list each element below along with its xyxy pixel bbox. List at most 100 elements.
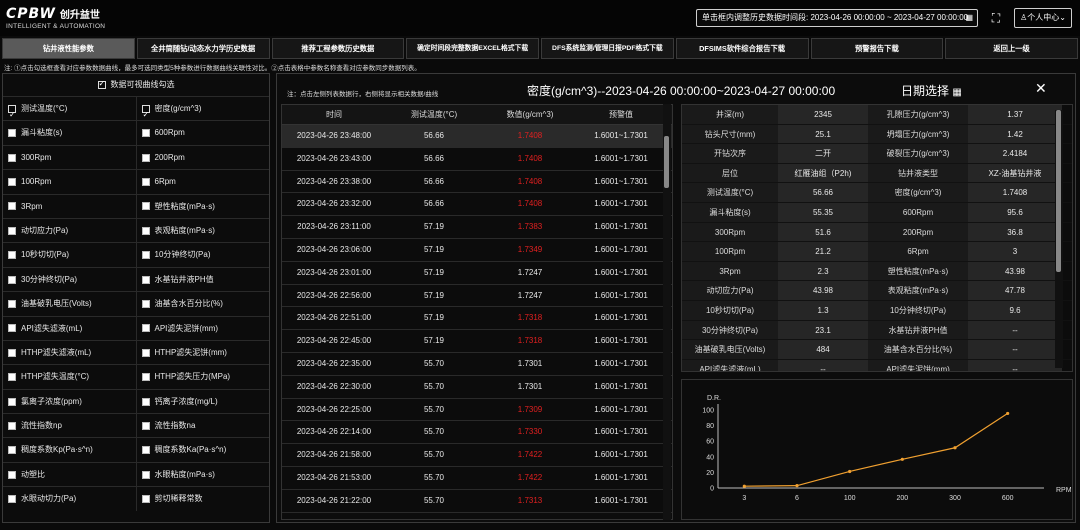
property-name[interactable]: 漏斗粘度(s) <box>682 202 778 222</box>
param-checkbox[interactable] <box>8 495 16 504</box>
table-row[interactable]: 2023-04-26 21:58:00 55.70 1.7422 1.6001~1.7… <box>282 444 672 467</box>
param-checkbox[interactable] <box>141 348 150 357</box>
property-name[interactable]: 开钻次序 <box>682 144 778 163</box>
table-row[interactable]: 2023-04-26 23:48:00 56.66 1.7408 1.6001~1.7… <box>282 125 672 148</box>
param-option[interactable]: HTHP滤失温度(°C) <box>3 365 136 388</box>
param-checkbox[interactable] <box>141 226 150 235</box>
param-option[interactable]: 300Rpm <box>3 146 136 169</box>
param-checkbox[interactable] <box>141 421 150 430</box>
param-option[interactable]: 油基含水百分比(%) <box>135 292 270 316</box>
param-checkbox[interactable] <box>141 300 150 309</box>
param-option[interactable]: 稠度系数Kp(Pa·s^n) <box>3 438 136 461</box>
param-option[interactable]: 稠度系数Ka(Pa·s^n) <box>135 438 270 462</box>
param-checkbox[interactable] <box>141 103 150 120</box>
table-row[interactable]: 2023-04-26 22:45:00 57.19 1.7318 1.6001~1.7… <box>282 330 672 353</box>
param-option[interactable]: 塑性粘度(mPa·s) <box>135 194 270 218</box>
param-option[interactable]: 剪切稀释常数 <box>135 487 270 511</box>
table-row[interactable]: 2023-04-26 21:17:0055.701.73131.6001~1.7… <box>282 513 672 520</box>
property-name[interactable]: 表观粘度(mPa·s) <box>868 281 968 300</box>
param-option[interactable]: 测试温度(°C) <box>3 97 136 120</box>
param-option[interactable]: 水眼粘度(mPa·s) <box>135 462 270 487</box>
select-all-checkbox[interactable] <box>97 79 106 89</box>
date-range-picker[interactable]: 单击框内调整历史数据时间段: 2023-04-26 00:00:00 ~ 202… <box>696 9 978 27</box>
param-checkbox[interactable] <box>141 202 150 211</box>
property-name[interactable]: 油基破乳电压(Volts) <box>682 340 778 359</box>
param-checkbox[interactable] <box>141 153 150 162</box>
nav-button-3[interactable]: 确定时间段完整数据EXCEL格式下载 <box>406 38 539 59</box>
property-name[interactable]: 600Rpm <box>868 202 968 222</box>
property-name[interactable]: 10分钟终切(Pa) <box>868 300 968 320</box>
table-scrollbar-thumb[interactable] <box>664 136 669 188</box>
close-icon[interactable]: ✕ <box>1035 80 1047 97</box>
param-checkbox[interactable] <box>8 226 16 235</box>
nav-button-5[interactable]: DFSIMS软件综合报告下载 <box>675 38 809 59</box>
param-checkbox[interactable] <box>8 103 16 120</box>
param-checkbox[interactable] <box>8 348 16 357</box>
nav-button-0[interactable]: 钻井液性能参数 <box>2 38 135 59</box>
nav-button-2[interactable]: 推荐工程参数历史数据 <box>271 38 405 59</box>
property-name[interactable]: API滤失泥饼(mm) <box>868 359 968 371</box>
property-name[interactable]: 密度(g/cm^3) <box>868 183 968 202</box>
param-checkbox[interactable] <box>8 324 16 333</box>
nav-button-4[interactable]: DFS系统监测/管理日报PDF格式下载 <box>541 38 674 59</box>
param-checkbox[interactable] <box>141 275 150 284</box>
param-option[interactable]: 密度(g/cm^3) <box>135 97 270 121</box>
param-checkbox[interactable] <box>141 324 150 333</box>
user-menu-button[interactable]: ♙个人中心⌄ <box>1014 8 1072 28</box>
table-row[interactable]: 2023-04-26 22:25:00 55.70 1.7309 1.6001~1.7… <box>282 399 672 422</box>
property-name[interactable]: 油基含水百分比(%) <box>868 340 968 359</box>
param-option[interactable]: API滤失滤液(mL) <box>3 317 136 340</box>
param-checkbox[interactable] <box>8 202 16 211</box>
param-checkbox[interactable] <box>141 129 150 138</box>
param-option[interactable]: 钙离子浓度(mg/L) <box>135 389 270 414</box>
param-checkbox[interactable] <box>8 470 16 479</box>
table-row[interactable]: 2023-04-26 22:51:00 57.19 1.7318 1.6001~1.7… <box>282 307 672 331</box>
param-checkbox[interactable] <box>8 251 16 260</box>
date-select-button[interactable]: 日期选择 ▦ <box>901 82 962 99</box>
param-checkbox[interactable] <box>8 446 16 455</box>
property-name[interactable]: 水基钻井液PH值 <box>868 320 968 340</box>
param-option[interactable]: 100Rpm <box>3 170 136 193</box>
property-name[interactable]: 井深(m) <box>682 105 778 124</box>
param-checkbox[interactable] <box>8 300 16 309</box>
table-row[interactable]: 2023-04-26 23:43:00 56.66 1.7408 1.6001~1.7… <box>282 148 672 171</box>
property-scrollbar-thumb[interactable] <box>1056 110 1061 272</box>
param-option[interactable]: 水眼动切力(Pa) <box>3 487 136 510</box>
param-checkbox[interactable] <box>141 373 150 382</box>
property-name[interactable]: 6Rpm <box>868 242 968 261</box>
table-row[interactable]: 2023-04-26 23:32:00 56.66 1.7408 1.6001~1.7… <box>282 193 672 217</box>
table-row[interactable]: 2023-04-26 21:22:00 55.70 1.7313 1.6001~1.7… <box>282 490 672 513</box>
param-checkbox[interactable] <box>8 275 16 284</box>
property-name[interactable]: 300Rpm <box>682 222 778 242</box>
param-option[interactable]: 10秒切切(Pa) <box>3 243 136 266</box>
table-row[interactable]: 2023-04-26 22:35:00 55.70 1.7301 1.6001~1.7… <box>282 353 672 376</box>
param-checkbox[interactable] <box>8 397 16 406</box>
param-option[interactable]: 6Rpm <box>135 170 270 194</box>
property-name[interactable]: 坍塌压力(g/cm^3) <box>868 124 968 144</box>
table-row[interactable]: 2023-04-26 23:06:00 57.19 1.7349 1.6001~1.7… <box>282 239 672 262</box>
param-option[interactable]: HTHP滤失滤液(mL) <box>3 341 136 364</box>
param-checkbox[interactable] <box>8 373 16 382</box>
param-checkbox[interactable] <box>8 129 16 138</box>
property-name[interactable]: 层位 <box>682 163 778 183</box>
table-row[interactable]: 2023-04-26 22:56:00 57.19 1.7247 1.6001~1.7… <box>282 285 672 308</box>
property-name[interactable]: 钻井液类型 <box>868 163 968 183</box>
table-row[interactable]: 2023-04-26 23:11:00 57.19 1.7383 1.6001~1.7… <box>282 216 672 239</box>
param-checkbox[interactable] <box>8 178 16 187</box>
fullscreen-icon[interactable]: ⛶ <box>988 10 1004 26</box>
property-name[interactable]: 孔隙压力(g/cm^3) <box>868 105 968 124</box>
param-checkbox[interactable] <box>141 397 150 406</box>
table-row[interactable]: 2023-04-26 22:14:00 55.70 1.7330 1.6001~1.7… <box>282 421 672 445</box>
param-checkbox[interactable] <box>141 251 150 260</box>
table-row[interactable]: 2023-04-26 22:30:00 55.70 1.7301 1.6001~1.7… <box>282 376 672 399</box>
nav-button-1[interactable]: 全井筒随钻/动态水力学历史数据 <box>136 38 270 59</box>
param-option[interactable]: HTHP滤失泥饼(mm) <box>135 340 270 365</box>
property-name[interactable]: 塑性粘度(mPa·s) <box>868 261 968 281</box>
property-name[interactable]: 10秒切切(Pa) <box>682 300 778 320</box>
param-option[interactable]: 水基钻井液PH值 <box>135 267 270 292</box>
param-option[interactable]: 流性指数np <box>3 414 136 437</box>
param-checkbox[interactable] <box>141 446 150 455</box>
param-option[interactable]: 流性指数na <box>135 414 270 438</box>
property-name[interactable]: 破裂压力(g/cm^3) <box>868 144 968 163</box>
param-option[interactable]: 表观粘度(mPa·s) <box>135 218 270 243</box>
